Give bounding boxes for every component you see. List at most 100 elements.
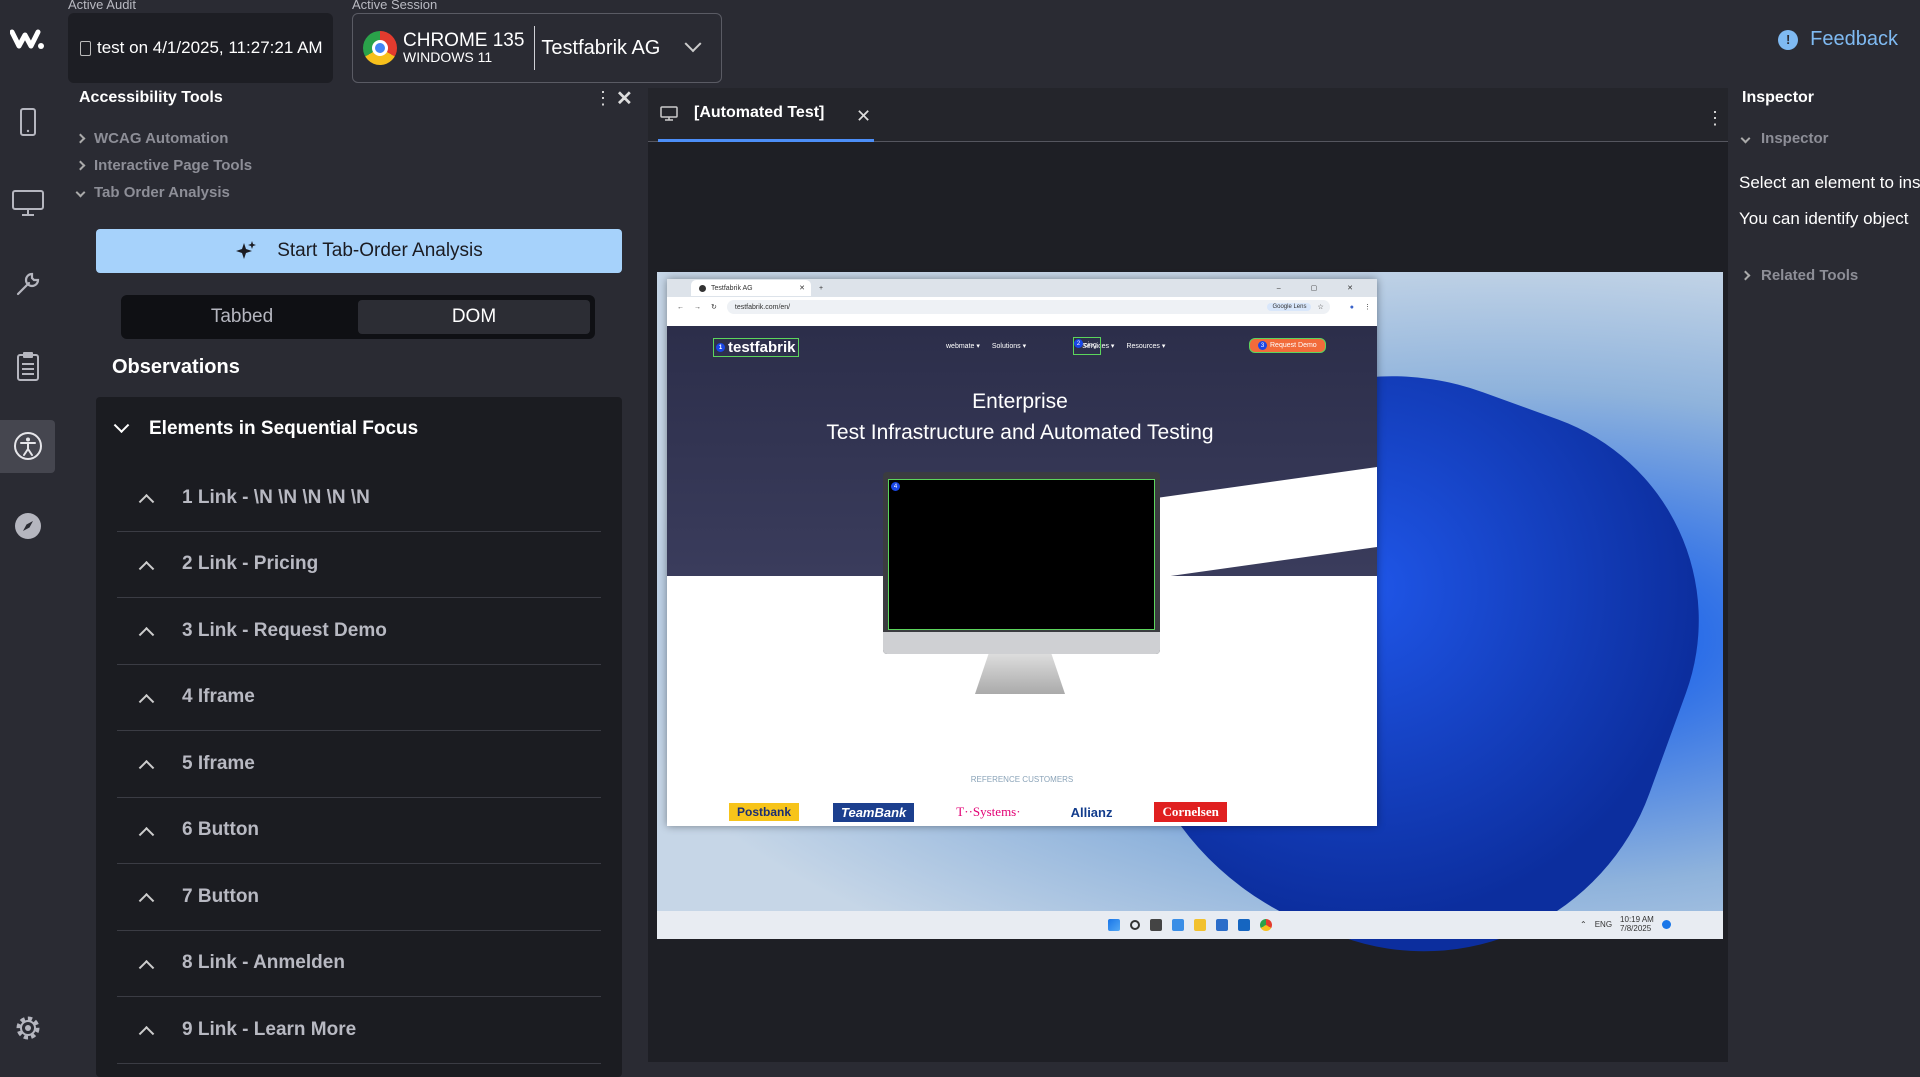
nav-spacer: [1038, 342, 1070, 350]
mobile-icon[interactable]: [12, 106, 44, 138]
list-item-label: 6 Button: [182, 819, 260, 841]
active-audit-value: test on 4/1/2025, 11:27:21 AM: [97, 38, 323, 57]
site-nav: webmate ▾ Solutions ▾ Services ▾ Resourc…: [946, 342, 1165, 350]
address-bar[interactable]: testfabrik.com/en/ Google Lens ☆: [726, 300, 1330, 314]
focus-badge: 1: [716, 343, 725, 352]
chrome-icon[interactable]: [1260, 919, 1272, 931]
list-item[interactable]: 4 Iframe: [117, 665, 601, 731]
nav-resources[interactable]: Resources ▾: [1126, 342, 1165, 350]
related-tools-label: Related Tools: [1761, 267, 1859, 284]
chevron-down-icon[interactable]: [684, 35, 702, 53]
more-options-icon[interactable]: ⋮: [1706, 108, 1724, 129]
tray-clock: 10:19 AM 7/8/2025: [1620, 915, 1654, 933]
testfabrik-logo[interactable]: 1 testfabrik: [713, 338, 799, 357]
document-icon: [80, 40, 91, 56]
search-icon[interactable]: [1130, 920, 1140, 930]
browser-toolbar: ← → ↻ testfabrik.com/en/ Google Lens ☆ ●…: [667, 297, 1377, 317]
new-tab-icon[interactable]: +: [819, 285, 823, 292]
panel-title: Accessibility Tools: [79, 89, 223, 106]
focused-iframe[interactable]: 4: [888, 479, 1155, 630]
sequential-focus-header[interactable]: Elements in Sequential Focus: [113, 416, 418, 440]
windows-start-icon[interactable]: [1108, 919, 1120, 931]
feedback-icon: !: [1778, 29, 1799, 50]
list-item-label: 1 Link - \N \N \N \N \N: [182, 486, 370, 508]
menu-icon[interactable]: ⋮: [1364, 303, 1371, 311]
list-item[interactable]: 3 Link - Request Demo: [117, 598, 601, 665]
chevron-right-icon: [75, 160, 86, 171]
notification-icon[interactable]: [1661, 919, 1671, 929]
related-tools-section[interactable]: Related Tools: [1740, 267, 1859, 284]
active-audit-selector[interactable]: test on 4/1/2025, 11:27:21 AM: [68, 13, 333, 83]
app-logo[interactable]: [10, 26, 46, 52]
forward-icon[interactable]: →: [694, 304, 701, 311]
tray-chevron-icon[interactable]: ⌃: [1580, 920, 1587, 929]
reload-icon[interactable]: ↻: [711, 303, 717, 311]
sparkle-icon: [236, 241, 257, 259]
chevron-up-icon: [138, 627, 155, 643]
focus-element-list: 1 Link - \N \N \N \N \N 2 Link - Pricing…: [117, 465, 601, 1064]
settings-icon[interactable]: [12, 1012, 44, 1044]
star-icon[interactable]: ☆: [1317, 303, 1323, 311]
mail-icon[interactable]: [1238, 919, 1250, 931]
chevron-up-icon: [138, 494, 155, 510]
toggle-tabbed[interactable]: Tabbed: [126, 300, 358, 334]
feedback-button[interactable]: ! Feedback: [1778, 28, 1898, 51]
compass-icon[interactable]: [12, 510, 44, 542]
inspector-help-text-1: Select an element to ins: [1739, 173, 1920, 192]
close-icon[interactable]: ✕: [616, 86, 633, 111]
list-item-label: 7 Button: [182, 885, 260, 907]
inspector-section[interactable]: Inspector: [1740, 130, 1829, 147]
address-url: testfabrik.com/en/: [734, 303, 791, 311]
list-item[interactable]: 5 Iframe: [117, 731, 601, 798]
profile-icon[interactable]: ●: [1350, 304, 1354, 311]
monitor-image: 4: [883, 472, 1160, 654]
observations-title: Observations: [112, 356, 240, 378]
list-item[interactable]: 7 Button: [117, 864, 601, 931]
close-icon[interactable]: ✕: [799, 284, 805, 292]
chevron-up-icon: [138, 959, 155, 976]
back-icon[interactable]: ←: [677, 304, 684, 311]
wrench-icon[interactable]: [12, 268, 44, 300]
close-tab-icon[interactable]: ✕: [856, 106, 871, 127]
start-button-label: Start Tab-Order Analysis: [277, 240, 483, 261]
list-item[interactable]: 2 Link - Pricing: [117, 532, 601, 598]
more-options-icon[interactable]: ⋮: [594, 88, 612, 109]
task-view-icon[interactable]: [1150, 919, 1162, 931]
favicon-icon: [699, 284, 706, 292]
accessibility-icon[interactable]: [12, 430, 44, 462]
nav-webmate[interactable]: webmate ▾: [946, 342, 980, 350]
focus-badge: 4: [891, 482, 900, 491]
tab-automated-test[interactable]: [Automated Test]: [660, 104, 824, 122]
toggle-dom[interactable]: DOM: [358, 300, 590, 334]
browser-tab-title: Testfabrik AG: [711, 284, 753, 292]
file-explorer-icon[interactable]: [1194, 919, 1206, 931]
list-item[interactable]: 8 Link - Anmelden: [117, 931, 601, 997]
browser-os: WINDOWS 11: [403, 49, 493, 65]
start-tab-order-analysis-button[interactable]: Start Tab-Order Analysis: [96, 229, 622, 273]
tree-item-wcag-automation[interactable]: WCAG Automation: [75, 130, 228, 147]
nav-pricing-focused[interactable]: 2 cing: [1073, 337, 1101, 355]
pricing-fragment: cing: [1084, 342, 1097, 349]
request-demo-label: Request Demo: [1270, 342, 1317, 349]
system-tray[interactable]: ⌃ ENG 10:19 AM 7/8/2025: [1580, 915, 1671, 933]
nav-solutions[interactable]: Solutions ▾: [992, 342, 1026, 350]
windows-taskbar[interactable]: [657, 911, 1723, 939]
list-item[interactable]: 6 Button: [117, 798, 601, 864]
desktop-icon: [660, 105, 678, 121]
list-item[interactable]: 1 Link - \N \N \N \N \N: [117, 465, 601, 532]
browser-tab[interactable]: Testfabrik AG ✕: [691, 280, 811, 296]
store-icon[interactable]: [1216, 919, 1228, 931]
view-toggle: Tabbed DOM: [121, 295, 595, 339]
browser-name: CHROME 135: [403, 30, 525, 51]
desktop-icon[interactable]: [12, 187, 44, 219]
window-controls[interactable]: – ▢ ✕: [1277, 284, 1367, 292]
request-demo-button[interactable]: 3 Request Demo: [1249, 338, 1326, 353]
google-lens-chip[interactable]: Google Lens: [1267, 303, 1312, 311]
inspector-section-label: Inspector: [1761, 130, 1829, 147]
widgets-icon[interactable]: [1172, 919, 1184, 931]
tree-item-interactive-page-tools[interactable]: Interactive Page Tools: [75, 157, 252, 174]
active-session-selector[interactable]: CHROME 135 WINDOWS 11 Testfabrik AG: [352, 13, 722, 83]
tree-item-tab-order-analysis[interactable]: Tab Order Analysis: [75, 184, 230, 201]
list-item[interactable]: 9 Link - Learn More: [117, 997, 601, 1064]
clipboard-icon[interactable]: [12, 350, 44, 382]
